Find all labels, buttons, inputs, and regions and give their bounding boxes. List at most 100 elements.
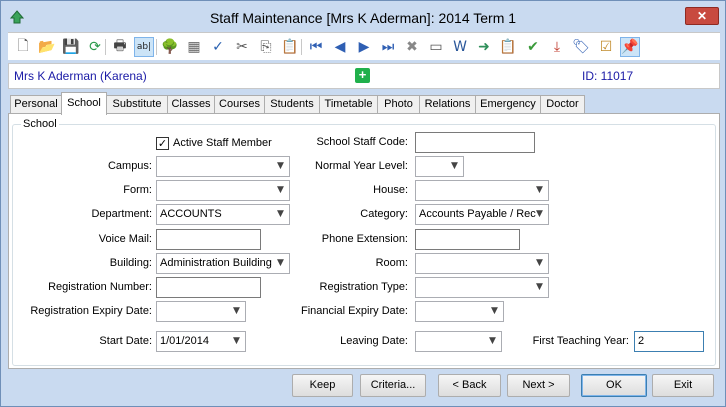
next-button[interactable]: Next > xyxy=(507,374,570,397)
room-combo[interactable]: ▼ xyxy=(415,253,549,274)
chevron-down-icon[interactable]: ▼ xyxy=(272,181,289,200)
add-icon[interactable]: + xyxy=(355,68,370,83)
chevron-down-icon[interactable]: ▼ xyxy=(531,278,548,297)
new-icon[interactable]: 🗋 xyxy=(13,37,33,57)
room-label: Room: xyxy=(375,257,408,269)
active-staff-checkbox[interactable]: ✓ xyxy=(156,137,169,150)
first-teaching-year-input[interactable]: 2 xyxy=(634,331,704,352)
paste-icon[interactable]: 📋 xyxy=(280,37,300,57)
registration-expiry-date-picker[interactable]: ▼ xyxy=(156,301,246,322)
refresh-icon[interactable]: ⟳ xyxy=(85,37,105,57)
spellcheck-icon[interactable]: ✓ xyxy=(208,37,228,57)
tab-students[interactable]: Students xyxy=(264,95,320,114)
tab-personal[interactable]: Personal xyxy=(10,95,62,114)
school-staff-code-label: School Staff Code: xyxy=(316,136,408,148)
criteria-button[interactable]: Criteria... xyxy=(360,374,426,397)
tab-photo[interactable]: Photo xyxy=(377,95,420,114)
pin-icon[interactable]: 📌 xyxy=(620,37,640,57)
start-date-picker[interactable]: 1/01/2014 ▼ xyxy=(156,331,246,352)
house-combo[interactable]: ▼ xyxy=(415,180,549,201)
campus-combo[interactable]: ▼ xyxy=(156,156,290,177)
voicemail-input[interactable] xyxy=(156,229,261,250)
ok-button[interactable]: OK xyxy=(581,374,647,397)
tab-relations[interactable]: Relations xyxy=(419,95,476,114)
chevron-down-icon[interactable]: ▼ xyxy=(531,254,548,273)
toolbar-separator xyxy=(156,39,157,55)
category-combo[interactable]: Accounts Payable / Rec ▼ xyxy=(415,204,549,225)
tab-school[interactable]: School xyxy=(61,92,107,115)
window-title: Staff Maintenance [Mrs K Aderman]: 2014 … xyxy=(209,10,517,26)
tab-substitute[interactable]: Substitute xyxy=(106,95,168,114)
chevron-down-icon[interactable]: ▼ xyxy=(228,332,245,351)
print-icon[interactable]: 🖶 xyxy=(110,37,130,57)
registration-type-label: Registration Type: xyxy=(319,281,408,293)
back-button[interactable]: < Back xyxy=(438,374,501,397)
delete-icon[interactable]: ✖ xyxy=(402,37,422,57)
voicemail-label: Voice Mail: xyxy=(98,233,152,245)
staff-info-bar: Mrs K Aderman (Karena) + ID: 11017 xyxy=(8,63,720,89)
card-icon[interactable]: ▭ xyxy=(426,37,446,57)
text-field-icon[interactable]: ab| xyxy=(134,37,154,57)
department-value: ACCOUNTS xyxy=(160,208,222,220)
house-label: House: xyxy=(373,184,408,196)
tab-emergency[interactable]: Emergency xyxy=(475,95,541,114)
form-combo[interactable]: ▼ xyxy=(156,180,290,201)
save-icon[interactable]: 💾 xyxy=(61,37,81,57)
financial-expiry-label: Financial Expiry Date: xyxy=(301,305,408,317)
school-tab-panel: School ✓ Active Staff Member Campus: For… xyxy=(8,113,720,369)
tab-classes[interactable]: Classes xyxy=(167,95,215,114)
school-staff-code-input[interactable] xyxy=(415,132,535,153)
registration-type-combo[interactable]: ▼ xyxy=(415,277,549,298)
copy-icon[interactable]: ⎘ xyxy=(256,37,276,57)
group-title: School xyxy=(21,118,59,130)
registration-number-input[interactable] xyxy=(156,277,261,298)
send-icon[interactable]: ➜ xyxy=(474,37,494,57)
start-date-label: Start Date: xyxy=(99,335,152,347)
chevron-down-icon[interactable]: ▼ xyxy=(272,157,289,176)
task-icon[interactable]: ☑ xyxy=(596,37,616,57)
exit-button[interactable]: Exit xyxy=(652,374,714,397)
tree-icon[interactable]: 🌳 xyxy=(160,37,180,57)
chevron-down-icon[interactable]: ▼ xyxy=(486,302,503,321)
building-combo[interactable]: Administration Building ▼ xyxy=(156,253,290,274)
registration-number-label: Registration Number: xyxy=(48,281,152,293)
normal-year-level-combo[interactable]: ▼ xyxy=(415,156,464,177)
download-tray-icon[interactable]: ⤓ xyxy=(547,37,567,57)
phone-extension-label: Phone Extension: xyxy=(321,233,408,245)
last-record-icon[interactable]: ⏭ xyxy=(378,37,398,57)
chevron-down-icon[interactable]: ▼ xyxy=(272,254,289,273)
chevron-down-icon[interactable]: ▼ xyxy=(484,332,501,351)
word-icon[interactable]: W xyxy=(450,37,470,57)
title-bar: Staff Maintenance [Mrs K Aderman]: 2014 … xyxy=(1,1,725,32)
tab-courses[interactable]: Courses xyxy=(214,95,265,114)
chevron-down-icon[interactable]: ▼ xyxy=(272,205,289,224)
active-staff-label: Active Staff Member xyxy=(173,137,272,149)
chevron-down-icon[interactable]: ▼ xyxy=(446,157,463,176)
next-record-icon[interactable]: ▶ xyxy=(354,37,374,57)
open-folder-icon[interactable]: 📂 xyxy=(37,37,57,57)
cut-icon[interactable]: ✂ xyxy=(232,37,252,57)
staff-maintenance-window: Staff Maintenance [Mrs K Aderman]: 2014 … xyxy=(0,0,726,407)
first-record-icon[interactable]: ⏮ xyxy=(306,37,326,57)
close-button[interactable]: ✕ xyxy=(685,7,719,25)
phone-extension-input[interactable] xyxy=(415,229,520,250)
category-value: Accounts Payable / Rec xyxy=(419,208,536,220)
chevron-down-icon[interactable]: ▼ xyxy=(228,302,245,321)
chevron-down-icon[interactable]: ▼ xyxy=(531,181,548,200)
staff-id: ID: 11017 xyxy=(582,69,634,83)
clipboard-calc-icon[interactable]: 📋 xyxy=(498,37,518,57)
chevron-down-icon[interactable]: ▼ xyxy=(531,205,548,224)
tag-icon[interactable]: 🏷 xyxy=(571,37,591,57)
financial-expiry-date-picker[interactable]: ▼ xyxy=(415,301,504,322)
normal-year-level-label: Normal Year Level: xyxy=(315,160,408,172)
keep-button[interactable]: Keep xyxy=(292,374,353,397)
clipboard-check-icon[interactable]: ✔ xyxy=(523,37,543,57)
department-combo[interactable]: ACCOUNTS ▼ xyxy=(156,204,290,225)
campus-label: Campus: xyxy=(107,160,152,172)
previous-record-icon[interactable]: ◀ xyxy=(330,37,350,57)
first-teaching-year-label: First Teaching Year: xyxy=(532,335,629,347)
calculator-icon[interactable]: ▦ xyxy=(184,37,204,57)
tab-doctor[interactable]: Doctor xyxy=(540,95,585,114)
leaving-date-picker[interactable]: ▼ xyxy=(415,331,502,352)
tab-timetable[interactable]: Timetable xyxy=(319,95,378,114)
